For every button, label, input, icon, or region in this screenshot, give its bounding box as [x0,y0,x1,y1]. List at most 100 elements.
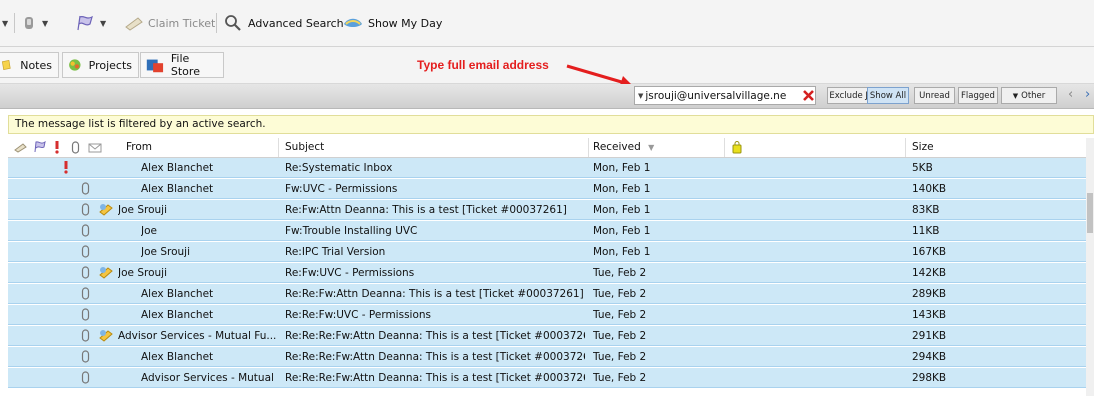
vertical-scrollbar[interactable] [1086,138,1094,396]
toolbar-divider [216,13,217,33]
cell-from: Advisor Services - Mutual Fu... [141,372,276,384]
cell-subject: Fw:Trouble Installing UVC [285,225,418,237]
cell-received: Mon, Feb 1 [593,183,651,195]
sort-descending-icon: ▼ [648,143,655,152]
cell-subject: Re:Fw:Attn Deanna: This is a test [Ticke… [285,204,567,216]
cell-size: 5KB [912,162,933,174]
table-row[interactable]: Alex Blanchet Fw:UVC - Permissions Mon, Fe… [8,179,1086,199]
annotation-text: Type full email address [417,58,549,72]
advanced-search-button[interactable]: Advanced Search [224,12,344,34]
search-input[interactable]: ▼ jsrouji@universalvillage.ne [634,86,816,105]
column-divider [724,138,725,157]
ticket-column-icon[interactable] [14,142,27,153]
cell-from: Alex Blanchet [141,309,214,321]
scrollbar-thumb[interactable] [1087,193,1093,233]
cell-received: Tue, Feb 2 [593,372,647,384]
claim-ticket-button[interactable]: Claim Ticket [124,12,215,34]
table-row[interactable]: Joe Srouji Re:Fw:Attn Deanna: This is a t… [8,200,1086,220]
flag-column-icon[interactable] [33,141,46,153]
table-row[interactable]: Alex Blanchet Re:Systematic Inbox Mon, Feb… [8,158,1086,178]
cell-subject: Re:IPC Trial Version [285,246,386,258]
column-header-subject[interactable]: Subject [285,141,324,153]
show-my-day-button[interactable]: Show My Day [342,12,442,34]
other-button[interactable]: ▼ Other [1001,87,1057,104]
attachment-icon [81,329,90,342]
column-divider [278,138,279,157]
attachment-icon [81,245,90,258]
attachment-icon [81,266,90,279]
lock-column-icon[interactable] [732,141,742,154]
cell-received: Mon, Feb 1 [593,204,651,216]
other-label: Other [1021,90,1046,101]
cell-size: 294KB [912,351,947,363]
chevron-down-icon: ▼ [1012,91,1019,100]
table-row[interactable]: Alex Blanchet Re:Re:Fw:Attn Deanna: This … [8,284,1086,304]
column-divider [905,138,906,157]
table-row[interactable]: Joe Srouji Re:Fw:UVC - Permissions Tue, Fe… [8,263,1086,283]
chevron-down-icon: ▼ [42,18,49,28]
cell-subject: Fw:UVC - Permissions [285,183,398,195]
attachment-icon [81,371,90,384]
main-toolbar: ▼ ▼ ▼ Claim Ticket Advanced Search Show … [0,0,1094,47]
cell-size: 291KB [912,330,947,342]
attachment-icon [81,287,90,300]
cell-received: Tue, Feb 2 [593,267,647,279]
table-row[interactable]: Alex Blanchet Re:Re:Re:Fw:Attn Deanna: Th… [8,347,1086,367]
notes-icon [1,59,11,71]
scroll-right-icon[interactable]: › [1085,87,1090,102]
flagged-button[interactable]: Flagged [958,87,998,104]
table-row[interactable]: Joe Srouji Re:IPC Trial Version Mon, Feb 1… [8,242,1086,262]
cell-subject: Re:Re:Fw:UVC - Permissions [285,309,432,321]
cell-size: 289KB [912,288,947,300]
table-row[interactable]: Alex Blanchet Re:Re:Fw:UVC - Permissions T… [8,305,1086,325]
column-header-size[interactable]: Size [912,141,934,153]
flag-icon [77,15,93,31]
claim-ticket-label: Claim Ticket [148,16,216,30]
cell-received: Tue, Feb 2 [593,330,647,342]
cell-subject: Re:Re:Re:Fw:Attn Deanna: This is a test … [285,372,585,384]
projects-label: Projects [88,58,132,72]
flag-button[interactable]: ▼ [76,12,106,34]
filter-bar: ▼ jsrouji@universalvillage.ne Exclude Ju… [0,84,1094,109]
column-divider [588,138,589,157]
notes-button[interactable]: Notes [0,52,59,78]
scroll-left-icon[interactable]: ‹ [1068,87,1073,102]
attachment-icon [81,203,90,216]
priority-column-icon[interactable] [53,141,61,154]
dropdown-arrow-button[interactable]: ▼ [2,12,8,34]
search-value: jsrouji@universalvillage.ne [645,89,787,102]
cell-from: Alex Blanchet [141,288,214,300]
cell-from: Alex Blanchet [141,183,214,195]
replied-column-icon[interactable] [88,142,102,153]
show-my-day-icon [344,18,362,27]
cell-received: Tue, Feb 2 [593,351,647,363]
cell-subject: Re:Re:Re:Fw:Attn Deanna: This is a test … [285,351,585,363]
table-row[interactable]: Joe Fw:Trouble Installing UVC Mon, Feb 1 11… [8,221,1086,241]
search-dropdown-icon[interactable]: ▼ [638,92,643,100]
move-button[interactable]: ▼ [22,12,48,34]
projects-button[interactable]: Projects [62,52,139,78]
file-store-button[interactable]: File Store [140,52,224,78]
search-icon [225,15,241,31]
cell-from: Joe Srouji [141,246,190,258]
clear-search-icon[interactable] [803,90,814,101]
cell-from: Joe Srouji [118,204,167,216]
file-store-icon [146,59,164,73]
cell-received: Mon, Feb 1 [593,162,651,174]
replied-icon [99,267,113,279]
table-row[interactable]: Advisor Services - Mutual Fu... Re:Re:Re:… [8,326,1086,346]
received-label: Received [593,141,641,153]
priority-icon [64,161,68,174]
column-header-from[interactable]: From [126,141,152,153]
message-list-header: From Subject Received ▼ Size [8,138,1086,158]
cell-from: Joe Srouji [118,267,167,279]
show-all-button[interactable]: Show All [867,87,909,104]
toolbar-divider [14,13,15,33]
show-my-day-label: Show My Day [368,16,443,30]
unread-button[interactable]: Unread [914,87,955,104]
cell-received: Tue, Feb 2 [593,288,647,300]
attachment-column-icon[interactable] [71,141,80,154]
column-header-received[interactable]: Received ▼ [593,141,654,153]
attachment-icon [81,350,90,363]
table-row[interactable]: Advisor Services - Mutual Fu... Re:Re:Re:… [8,368,1086,388]
